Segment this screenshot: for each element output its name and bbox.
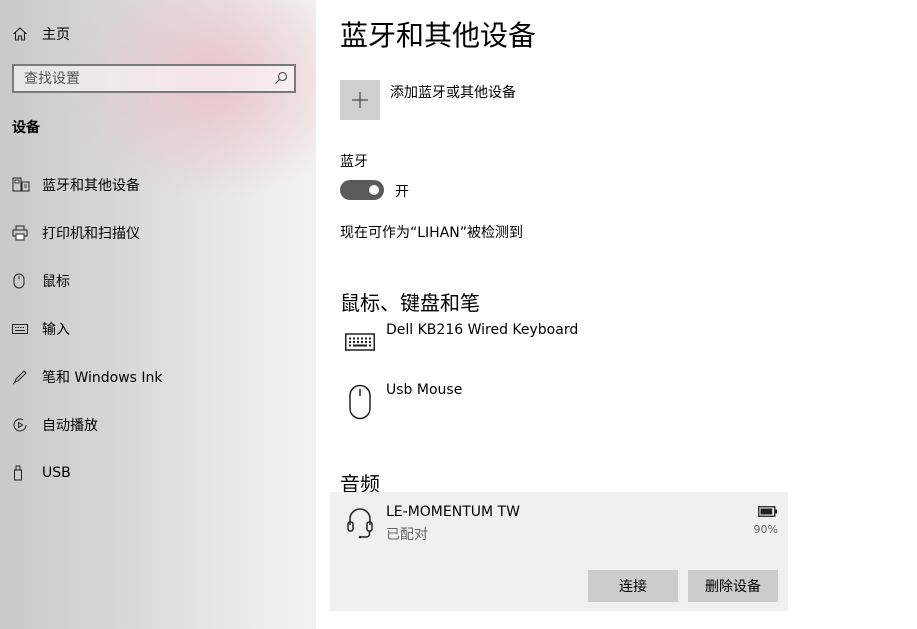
- sidebar-section-title: 设备: [12, 120, 40, 136]
- sidebar-item-bluetooth[interactable]: 蓝牙和其他设备: [0, 161, 316, 209]
- keyboard-icon: [12, 320, 30, 338]
- sidebar-item-label: 输入: [42, 322, 70, 338]
- input-devices-title: 鼠标、键盘和笔: [340, 291, 480, 315]
- bluetooth-state-label: 开: [395, 184, 409, 200]
- discoverable-text: 现在可作为“LIHAN”被检测到: [340, 225, 524, 241]
- sidebar-item-label: 打印机和扫描仪: [42, 226, 140, 242]
- device-name: Usb Mouse: [386, 382, 463, 398]
- bluetooth-label: 蓝牙: [340, 154, 368, 170]
- sidebar-item-printers[interactable]: 打印机和扫描仪: [0, 209, 316, 257]
- bluetooth-devices-icon: [12, 176, 30, 194]
- sidebar-item-usb[interactable]: USB: [0, 449, 316, 497]
- connect-button[interactable]: 连接: [588, 570, 678, 602]
- toggle-knob: [369, 185, 379, 195]
- mouse-icon: [340, 382, 380, 422]
- sidebar-item-pen[interactable]: 笔和 Windows Ink: [0, 353, 316, 401]
- battery-fill: [760, 508, 773, 515]
- nav-home-label: 主页: [42, 27, 70, 43]
- add-device-button[interactable]: 添加蓝牙或其他设备: [340, 80, 516, 120]
- nav-home[interactable]: 主页: [12, 22, 70, 46]
- main-content: 蓝牙和其他设备 添加蓝牙或其他设备 蓝牙 开 现在可作为“LIHAN”被检测到 …: [316, 0, 917, 629]
- add-tile: [340, 80, 380, 120]
- home-icon: [13, 27, 27, 41]
- add-device-label: 添加蓝牙或其他设备: [390, 85, 516, 101]
- remove-device-button[interactable]: 删除设备: [688, 570, 778, 602]
- sidebar: 主页 设备 蓝牙和其他设备: [0, 0, 316, 629]
- keyboard-icon: [340, 322, 380, 362]
- device-name: Dell KB216 Wired Keyboard: [386, 322, 579, 338]
- search-input[interactable]: [14, 66, 274, 91]
- sidebar-nav: 蓝牙和其他设备 打印机和扫描仪 鼠标 输入 笔和 Windows Ink 自动播…: [0, 161, 316, 497]
- battery-icon: [758, 506, 777, 517]
- sidebar-item-typing[interactable]: 输入: [0, 305, 316, 353]
- sidebar-item-label: 自动播放: [42, 418, 98, 434]
- search-icon[interactable]: [274, 71, 288, 85]
- autoplay-icon: [12, 416, 30, 434]
- device-mouse[interactable]: Usb Mouse: [340, 382, 462, 422]
- device-name: LE-MOMENTUM TW: [386, 504, 520, 520]
- sidebar-item-label: 鼠标: [42, 274, 70, 290]
- battery-level-text: 90%: [753, 523, 778, 536]
- bluetooth-toggle[interactable]: [340, 180, 384, 200]
- sidebar-item-label: USB: [42, 465, 71, 481]
- headset-icon: [340, 502, 380, 542]
- printer-icon: [12, 224, 30, 242]
- plus-icon: [352, 92, 368, 108]
- search-box: [12, 64, 296, 93]
- sidebar-item-autoplay[interactable]: 自动播放: [0, 401, 316, 449]
- device-keyboard[interactable]: Dell KB216 Wired Keyboard: [340, 322, 578, 362]
- pen-icon: [12, 368, 30, 386]
- settings-window: 主页 设备 蓝牙和其他设备: [0, 0, 917, 629]
- sidebar-item-label: 蓝牙和其他设备: [42, 178, 140, 194]
- sidebar-item-label: 笔和 Windows Ink: [42, 370, 163, 386]
- audio-device-card[interactable]: LE-MOMENTUM TW 已配对 90% 连接 删除设备: [330, 492, 788, 611]
- device-status: 已配对: [386, 527, 428, 543]
- mouse-icon: [12, 272, 30, 290]
- sidebar-item-mouse[interactable]: 鼠标: [0, 257, 316, 305]
- usb-icon: [12, 464, 30, 482]
- page-title: 蓝牙和其他设备: [340, 19, 537, 52]
